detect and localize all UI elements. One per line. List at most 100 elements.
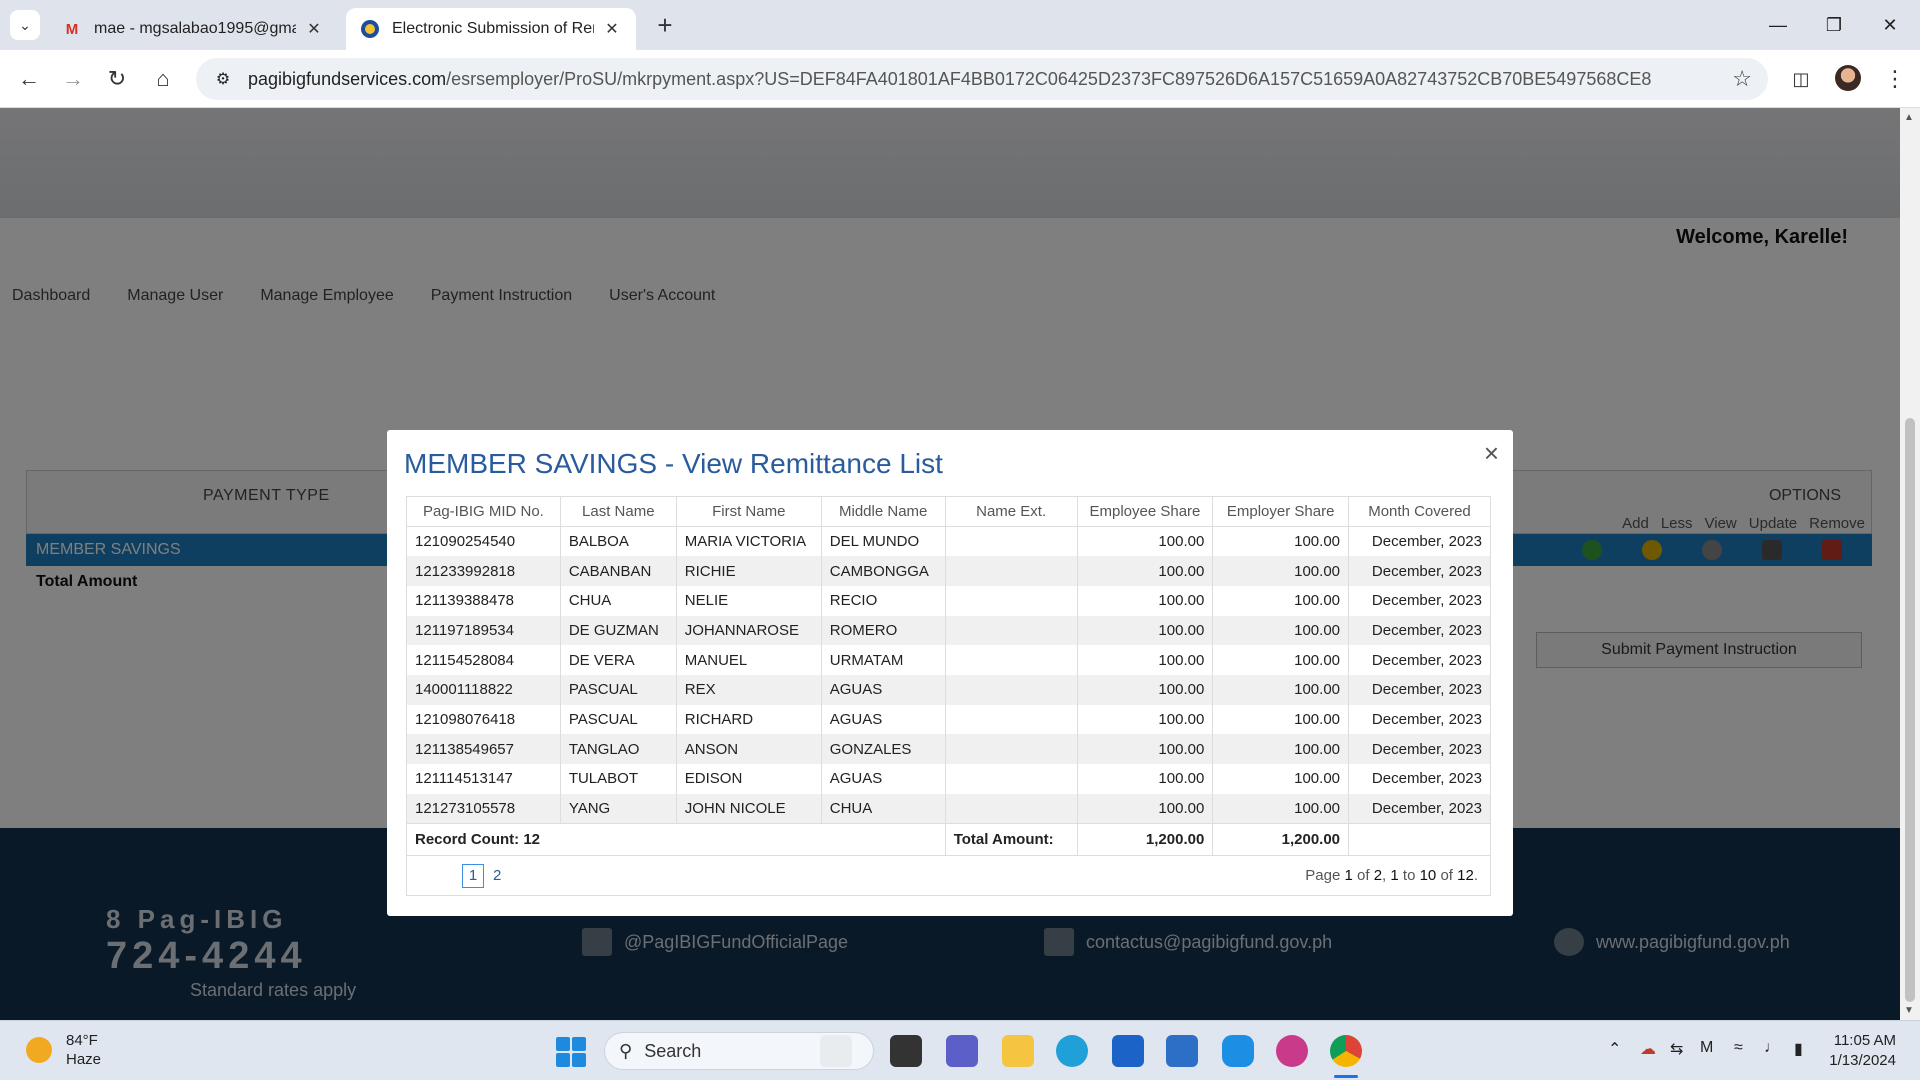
minimize-icon[interactable]: — bbox=[1750, 0, 1806, 50]
cell-employer-share: 100.00 bbox=[1212, 764, 1350, 794]
new-tab-button[interactable]: + bbox=[650, 10, 680, 40]
cell-last-name: BALBOA bbox=[559, 526, 677, 557]
cell-employee-share: 100.00 bbox=[1076, 556, 1214, 586]
cell-employer-share: 100.00 bbox=[1212, 526, 1350, 557]
cell-employer-share: 100.00 bbox=[1212, 734, 1350, 764]
reload-icon[interactable]: ↻ bbox=[102, 64, 132, 94]
edge-browser-icon[interactable] bbox=[1056, 1035, 1088, 1067]
browser-toolbar: ← → ↻ ⌂ ⚙ pagibigfundservices.com/esrsem… bbox=[0, 50, 1920, 108]
cell-month-covered: December, 2023 bbox=[1348, 526, 1491, 557]
chrome-app-icon[interactable] bbox=[1330, 1035, 1362, 1067]
show-hidden-icons-chevron-icon[interactable]: ⌃ bbox=[1608, 1039, 1621, 1059]
close-tab-icon[interactable]: ✕ bbox=[602, 19, 622, 39]
table-row[interactable]: 121273105578 YANG JOHN NICOLE CHUA 100.00 100… bbox=[406, 793, 1491, 824]
summary-row: Record Count: 12 Total Amount: 1,200.00 … bbox=[406, 822, 1491, 856]
cell-mid-no: 121273105578 bbox=[406, 793, 561, 824]
home-icon[interactable]: ⌂ bbox=[148, 64, 178, 94]
wps-office-icon[interactable] bbox=[1276, 1035, 1308, 1067]
cell-month-covered: December, 2023 bbox=[1348, 615, 1491, 646]
col-last-name[interactable]: Last Name bbox=[559, 496, 677, 527]
col-employee-share[interactable]: Employee Share bbox=[1076, 496, 1214, 527]
restore-icon[interactable]: ❐ bbox=[1806, 0, 1862, 50]
col-employer-share[interactable]: Employer Share bbox=[1212, 496, 1350, 527]
table-row[interactable]: 121197189534 DE GUZMAN JOHANNAROSE ROMERO 10… bbox=[406, 615, 1491, 646]
system-clock[interactable]: 11:05 AM 1/13/2024 bbox=[1829, 1031, 1896, 1071]
widgets-app-icon[interactable] bbox=[820, 1035, 852, 1067]
pagination: 1 2 Page 1 of 2, 1 to 10 of 12. bbox=[406, 856, 1491, 896]
cell-middle-name: AGUAS bbox=[820, 764, 946, 794]
cell-middle-name: CHUA bbox=[820, 793, 946, 824]
microsoft-store-icon[interactable] bbox=[1112, 1035, 1144, 1067]
teams-chat-icon[interactable] bbox=[946, 1035, 978, 1067]
scroll-up-icon[interactable]: ▲ bbox=[1904, 112, 1914, 123]
tab-gmail[interactable]: M mae - mgsalabao1995@gmail.c ✕ bbox=[48, 8, 338, 50]
weather-widget[interactable]: 84°F Haze bbox=[26, 1031, 101, 1069]
cell-employee-share: 100.00 bbox=[1076, 526, 1214, 557]
address-bar[interactable]: ⚙ pagibigfundservices.com/esrsemployer/P… bbox=[196, 58, 1768, 100]
cell-mid-no: 121114513147 bbox=[406, 764, 561, 794]
close-tab-icon[interactable]: ✕ bbox=[304, 19, 324, 39]
cell-middle-name: URMATAM bbox=[820, 645, 946, 675]
page-1-button[interactable]: 1 bbox=[462, 864, 484, 888]
table-row[interactable]: 140001118822 PASCUAL REX AGUAS 100.00 100.00 D… bbox=[406, 674, 1491, 705]
cell-name-ext bbox=[944, 764, 1078, 794]
cloud-sync-icon[interactable]: ☁ bbox=[1640, 1039, 1656, 1059]
profile-avatar[interactable] bbox=[1835, 65, 1861, 91]
table-row[interactable]: 121139388478 CHUA NELIE RECIO 100.00 100.00 De… bbox=[406, 585, 1491, 616]
cell-employee-share: 100.00 bbox=[1076, 585, 1214, 616]
battery-icon[interactable]: ▮ bbox=[1794, 1039, 1803, 1059]
cell-mid-no: 121090254540 bbox=[406, 526, 561, 557]
scroll-down-icon[interactable]: ▼ bbox=[1904, 1005, 1914, 1016]
network-transfer-icon[interactable]: ⇆ bbox=[1670, 1039, 1683, 1059]
table-row[interactable]: 121114513147 TULABOT EDISON AGUAS 100.00 100.… bbox=[406, 764, 1491, 794]
forward-icon[interactable]: → bbox=[58, 64, 88, 94]
table-row[interactable]: 121090254540 BALBOA MARIA VICTORIA DEL MUND… bbox=[406, 526, 1491, 557]
table-row[interactable]: 121098076418 PASCUAL RICHARD AGUAS 100.00 100… bbox=[406, 704, 1491, 735]
col-middle-name[interactable]: Middle Name bbox=[820, 496, 946, 527]
cell-middle-name: DEL MUNDO bbox=[820, 526, 946, 557]
cell-name-ext bbox=[944, 556, 1078, 586]
browser-tab-strip: ⌄ M mae - mgsalabao1995@gmail.c ✕ Electr… bbox=[0, 0, 1920, 50]
site-info-icon[interactable]: ⚙ bbox=[212, 68, 234, 90]
page-content: Welcome, Karelle! Dashboard Manage User … bbox=[0, 108, 1900, 1020]
page-info: Page 1 of 2, 1 to 10 of 12. bbox=[1305, 867, 1478, 884]
tab-search-chevron-icon[interactable]: ⌄ bbox=[10, 10, 40, 40]
modal-close-icon[interactable]: × bbox=[1484, 438, 1499, 469]
table-row[interactable]: 121138549657 TANGLAO ANSON GONZALES 100.00 10… bbox=[406, 734, 1491, 764]
cell-last-name: PASCUAL bbox=[559, 704, 677, 735]
col-month-covered[interactable]: Month Covered bbox=[1348, 496, 1491, 527]
clock-date: 1/13/2024 bbox=[1829, 1052, 1896, 1069]
table-row[interactable]: 121154528084 DE VERA MANUEL URMATAM 100.00 10… bbox=[406, 645, 1491, 675]
tab-esrs[interactable]: Electronic Submission of Remitt ✕ bbox=[346, 8, 636, 50]
back-icon[interactable]: ← bbox=[14, 64, 44, 94]
cell-employee-share: 100.00 bbox=[1076, 734, 1214, 764]
col-first-name[interactable]: First Name bbox=[675, 496, 822, 527]
page-scrollbar[interactable]: ▲ ▼ bbox=[1900, 108, 1920, 1020]
table-row[interactable]: 121233992818 CABANBAN RICHIE CAMBONGGA 100.0… bbox=[406, 556, 1491, 586]
messenger-icon[interactable] bbox=[1222, 1035, 1254, 1067]
window-close-icon[interactable]: ✕ bbox=[1862, 0, 1918, 50]
gmail-tray-icon[interactable]: M bbox=[1700, 1039, 1713, 1057]
menu-kebab-icon[interactable]: ⋮ bbox=[1880, 64, 1910, 94]
total-employer-share: 1,200.00 bbox=[1212, 822, 1350, 856]
scroll-thumb[interactable] bbox=[1905, 418, 1915, 1002]
file-explorer-icon[interactable] bbox=[1002, 1035, 1034, 1067]
col-mid-no[interactable]: Pag-IBIG MID No. bbox=[406, 496, 561, 527]
cell-last-name: YANG bbox=[559, 793, 677, 824]
mail-app-icon[interactable] bbox=[1166, 1035, 1198, 1067]
search-icon: ⚲ bbox=[619, 1040, 633, 1061]
cell-name-ext bbox=[944, 674, 1078, 705]
bookmark-star-icon[interactable]: ☆ bbox=[1732, 66, 1752, 92]
cell-name-ext bbox=[944, 615, 1078, 646]
cell-last-name: CHUA bbox=[559, 585, 677, 616]
task-view-icon[interactable] bbox=[890, 1035, 922, 1067]
windows-start-icon[interactable] bbox=[556, 1037, 586, 1067]
side-panel-icon[interactable]: ◫ bbox=[1786, 64, 1816, 94]
total-amount-label: Total Amount: bbox=[944, 822, 1078, 856]
volume-icon[interactable]: ♩ bbox=[1764, 1039, 1780, 1057]
cell-month-covered: December, 2023 bbox=[1348, 556, 1491, 586]
wifi-icon[interactable]: ≈ bbox=[1734, 1039, 1743, 1057]
cell-mid-no: 121139388478 bbox=[406, 585, 561, 616]
page-2-link[interactable]: 2 bbox=[493, 864, 501, 888]
col-name-ext[interactable]: Name Ext. bbox=[944, 496, 1078, 527]
